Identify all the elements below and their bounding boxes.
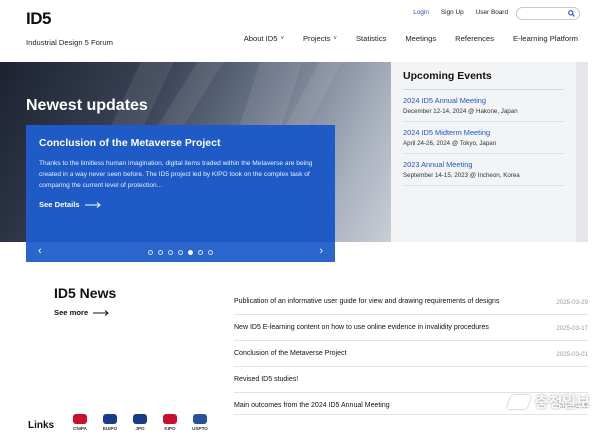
watermark-logo-icon (506, 394, 532, 409)
nav-item-label: Meetings (405, 34, 437, 43)
event-detail: September 14-15, 2023 @ Incheon, Korea (403, 172, 520, 179)
chevron-right-icon[interactable]: › (319, 245, 323, 257)
slide-indicators (148, 249, 213, 255)
partner-logo-cnipa[interactable]: CNIPA (70, 414, 90, 431)
upcoming-events-heading: Upcoming Events (403, 70, 492, 82)
slide-dot[interactable] (188, 249, 193, 255)
slide-dot[interactable] (178, 249, 183, 255)
partner-logo-jpo[interactable]: JPO (130, 414, 150, 431)
slide-dot[interactable] (168, 249, 173, 255)
event-name[interactable]: 2024 ID5 Midterm Meeting (403, 128, 564, 137)
news-item[interactable]: New ID5 E-learning content on how to use… (234, 315, 588, 341)
partner-logo-euipo[interactable]: EUIPO (100, 414, 120, 431)
arrow-right-icon (93, 309, 109, 316)
news-item[interactable]: Conclusion of the Metaverse Project 2025-… (234, 341, 588, 367)
partner-logo-label: KIPO (164, 426, 176, 431)
see-more-label: See more (54, 308, 89, 317)
news-heading: ID5 News (54, 285, 117, 301)
search-icon[interactable] (568, 10, 575, 17)
main-nav: About ID5 ˅ Projects ˅ Statistics Meetings Ref… (225, 34, 578, 43)
nav-item-label: Statistics (355, 34, 387, 43)
event-detail: April 24-26, 2024 @ Tokyo, Japan (403, 140, 497, 147)
nav-item-label: Projects (302, 34, 331, 43)
nav-item-label: About ID5 (243, 34, 278, 43)
nav-item-e-learning-platform[interactable]: E-learning Platform (513, 34, 578, 43)
event-detail: December 12-14, 2024 @ Hakone, Japan (403, 108, 518, 115)
partner-logo-label: JPO (135, 426, 145, 431)
news-item[interactable]: Publication of an informative user guide… (234, 293, 588, 315)
slide-dot[interactable] (198, 249, 203, 255)
nav-item-about-id5[interactable]: About ID5 ˅ (244, 34, 284, 43)
partner-logo-label: USPTO (192, 426, 208, 431)
site-tagline: Industrial Design 5 Forum (26, 38, 113, 47)
see-details-label: See Details (39, 200, 80, 209)
uspto-emblem-icon (193, 414, 207, 424)
nav-item-statistics[interactable]: Statistics (356, 34, 386, 43)
event-name[interactable]: 2024 ID5 Annual Meeting (403, 96, 564, 105)
links-heading: Links (28, 420, 55, 431)
user-board-link[interactable]: User Board (476, 9, 508, 16)
watermark-text: 충청일보 (534, 394, 590, 411)
see-details-link[interactable]: See Details (39, 200, 322, 209)
news-item-title[interactable]: Revised ID5 studies! (234, 374, 530, 385)
chevron-left-icon[interactable]: ‹ (38, 245, 42, 257)
news-item-title[interactable]: Publication of an informative user guide… (234, 296, 530, 307)
see-more-link[interactable]: See more (54, 308, 109, 317)
partner-logo-kipo[interactable]: KIPO (160, 414, 180, 431)
chevron-down-icon: ˅ (333, 35, 337, 42)
newest-updates-heading: Newest updates (26, 97, 148, 114)
arrow-right-icon (84, 201, 101, 208)
slide-dot[interactable] (208, 249, 213, 255)
nav-item-label: References (455, 34, 494, 43)
partner-logos: CNIPA EUIPO JPO KIPO USPTO (70, 414, 210, 431)
news-item-title[interactable]: Conclusion of the Metaverse Project (234, 348, 530, 359)
news-item-title[interactable]: New ID5 E-learning content on how to use… (234, 322, 530, 333)
news-item-date: 2025-03-29 (556, 299, 588, 306)
signup-link[interactable]: Sign Up (441, 9, 464, 16)
nav-item-label: E-learning Platform (513, 34, 578, 43)
partner-logo-label: CNIPA (73, 426, 87, 431)
id5-logo[interactable]: ID5 (26, 9, 51, 29)
slide-dot[interactable] (148, 249, 153, 255)
divider (403, 89, 564, 90)
kipo-emblem-icon (163, 414, 177, 424)
nav-item-references[interactable]: References (455, 34, 494, 43)
jpo-emblem-icon (133, 414, 147, 424)
event-name[interactable]: 2023 Annual Meeting (403, 160, 564, 169)
search-input[interactable] (521, 9, 569, 19)
news-item[interactable]: Revised ID5 studies! (234, 367, 588, 393)
news-item-date: 2025-03-17 (556, 325, 588, 332)
partner-logo-uspto[interactable]: USPTO (190, 414, 210, 431)
featured-update-text: Thanks to the limitless human imaginatio… (39, 160, 313, 189)
featured-update-title[interactable]: Conclusion of the Metaverse Project (39, 137, 322, 149)
slide-dot[interactable] (158, 249, 163, 255)
featured-update-card[interactable]: Conclusion of the Metaverse Project Than… (26, 125, 335, 242)
partner-logo-label: EUIPO (102, 426, 118, 431)
upcoming-events-panel: Upcoming Events 2024 ID5 Annual Meeting D… (391, 62, 576, 242)
login-link[interactable]: Login (413, 9, 429, 16)
nav-item-projects[interactable]: Projects ˅ (303, 34, 337, 43)
cnipa-emblem-icon (73, 414, 87, 424)
slider-controls: ‹ › (26, 242, 335, 262)
event-item[interactable]: 2023 Annual Meeting September 14-15, 2023… (403, 160, 564, 186)
events-scrollbar[interactable] (576, 62, 588, 242)
news-item-date: 2025-03-01 (556, 351, 588, 358)
euipo-emblem-icon (103, 414, 117, 424)
chevron-down-icon: ˅ (280, 35, 284, 42)
event-item[interactable]: 2024 ID5 Annual Meeting December 12-14, 2… (403, 96, 564, 122)
event-item[interactable]: 2024 ID5 Midterm Meeting April 24-26, 202… (403, 128, 564, 154)
search-box (516, 7, 580, 20)
newspaper-watermark: 충청일보 (506, 391, 590, 412)
nav-item-meetings[interactable]: Meetings (405, 34, 436, 43)
utility-links: Login Sign Up User Board (413, 9, 508, 16)
news-item-title[interactable]: Main outcomes from the 2024 ID5 Annual M… (234, 400, 530, 411)
